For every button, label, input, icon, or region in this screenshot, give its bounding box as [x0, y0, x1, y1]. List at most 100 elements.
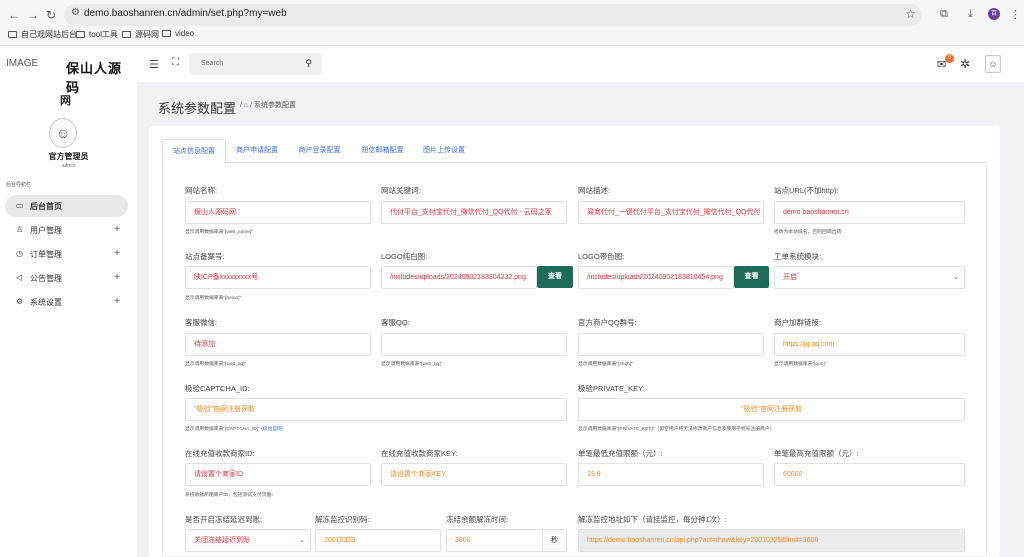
bookmark-item[interactable]: video — [162, 29, 194, 38]
qq-input[interactable] — [381, 333, 567, 356]
captcha-id-hint: 显示调用数据库表"[CAPTCHA_ID]" (极验官网) — [185, 427, 284, 432]
qq-group-input[interactable] — [578, 333, 764, 356]
logo-color-input[interactable]: /includes/uploads/20240902183810454.png — [578, 266, 734, 289]
captcha-id-input[interactable]: "极验"官网注册获取 — [185, 398, 567, 421]
monitor-url-field[interactable]: https://demo.baoshanren.cn/api.php?act=t… — [578, 529, 965, 552]
tab-merchant-login[interactable]: 商户登录配置 — [288, 139, 351, 163]
private-key-hint: 显示调用数据库表"[PRIVATE_KEY]"（留空用户将无法修改商户信息及使用… — [578, 427, 775, 432]
logo[interactable]: IMAGE 保山人源码 — [6, 56, 134, 96]
topbar: ☰ Search ⚲ ✉ 0 ✲ ☺ — [137, 46, 1024, 82]
group-link-hint: 显示调用数据库表"[qun]" — [774, 362, 827, 367]
bookmark-item[interactable]: 源码网 — [122, 29, 159, 40]
unfreeze-code-label: 解冻监控识别码: — [315, 515, 370, 524]
tab-site-info[interactable]: 站点信息配置 — [162, 139, 226, 164]
ticket-module-label: 工单系统模块: — [774, 252, 822, 261]
site-info-icon[interactable]: ⚙ — [71, 7, 80, 18]
chevron-down-icon: ⌄ — [299, 537, 305, 544]
private-key-input[interactable]: "极验"官网注册获取 — [578, 398, 965, 421]
search-box[interactable]: Search ⚲ — [189, 53, 322, 75]
geetest-link[interactable]: (极验官网) — [261, 427, 283, 432]
group-link-input[interactable]: https://jq.qq.com — [774, 333, 965, 356]
back-icon[interactable]: ← — [6, 7, 22, 23]
breadcrumb-current: 系统参数配置 — [254, 102, 296, 109]
expand-plus-icon: + — [114, 296, 120, 307]
pay-merchant-id-hint: 系统收款所用商户ID，包括测试支付页面! — [185, 493, 273, 498]
folder-icon — [8, 31, 17, 38]
web-name-input[interactable]: 保山人源码网 — [185, 201, 371, 224]
menu-toggle-icon[interactable]: ☰ — [149, 58, 159, 71]
qq-label: 客服QQ: — [381, 318, 410, 327]
download-icon[interactable]: ⤓ — [968, 8, 973, 21]
pay-merchant-key-input[interactable]: 请设置个商家KEY — [381, 463, 567, 486]
max-recharge-label: 单笔最高充值限额（元）: — [774, 449, 859, 458]
admin-avatar[interactable]: ☺ — [49, 118, 77, 148]
seconds-suffix: 秒 — [542, 530, 566, 551]
nav-title: 后台导航栏 — [6, 182, 32, 188]
freeze-time-label: 冻结余额解冻时间: — [446, 515, 509, 524]
group-link-label: 商户加群链接: — [774, 318, 822, 327]
max-recharge-input[interactable]: 60000 — [774, 463, 965, 486]
sidebar-item-orders[interactable]: ◷ 订单管理 + — [5, 243, 128, 265]
tab-bar: 站点信息配置 商户申请配置 商户登录配置 短信邮箱配置 图片上传设置 — [162, 139, 987, 164]
bookmark-item[interactable]: 自己观网站后台 — [8, 29, 77, 40]
tab-merchant-apply[interactable]: 商户申请配置 — [226, 139, 288, 163]
user-icon: ♙ — [16, 225, 24, 234]
site-name-tail: 网 — [60, 95, 71, 107]
sidebar-item-users[interactable]: ♙ 用户管理 + — [5, 219, 128, 241]
freeze-delay-label: 是否开启冻结延迟到账: — [185, 515, 263, 524]
address-bar[interactable]: ⚙ demo.baoshanren.cn/admin/set.php?my=we… — [64, 4, 922, 26]
ticket-module-select[interactable]: 开启 ⌄ — [774, 266, 965, 289]
megaphone-icon: ◁ — [16, 273, 23, 282]
page-title: 系统参数配置 — [158, 101, 237, 116]
expand-plus-icon: + — [114, 224, 120, 235]
forward-icon[interactable]: → — [25, 7, 41, 23]
sidebar-item-notices[interactable]: ◁ 公告管理 + — [5, 267, 128, 289]
extensions-icon[interactable]: ⧉ — [940, 8, 948, 21]
sidebar-item-settings[interactable]: ⚙ 系统设置 + — [5, 291, 128, 313]
qq-group-label: 官方商户QQ群号: — [578, 318, 637, 327]
sidebar-item-home[interactable]: ▭ 后台首页 — [5, 195, 128, 217]
site-url-input[interactable]: demo.baoshanren.cn — [774, 201, 965, 224]
freeze-delay-select[interactable]: 关闭冻结延迟到账 ⌄ — [185, 529, 311, 552]
expand-plus-icon: + — [114, 248, 120, 259]
pay-merchant-id-input[interactable]: 请设置个商家ID — [185, 463, 371, 486]
logo-white-input[interactable]: /includes/uploads/20240902183804232.png — [381, 266, 537, 289]
logo-color-label: LOGO带色图: — [578, 252, 625, 261]
site-name: 保山人源码 — [66, 61, 123, 95]
web-keywords-input[interactable]: 代付平台_支付宝代付_微信代付_QQ代付 - 云码之家 — [381, 201, 567, 224]
address-row: ← → ↻ ⚙ demo.baoshanren.cn/admin/set.php… — [0, 3, 1024, 27]
browser-chrome: ← → ↻ ⚙ demo.baoshanren.cn/admin/set.php… — [0, 0, 1024, 46]
beian-label: 站点备案号: — [185, 252, 225, 261]
settings-gear-icon[interactable]: ✲ — [960, 57, 970, 71]
bookmark-star-icon[interactable]: ☆ — [905, 7, 916, 21]
monitor-url-label: 解冻监控地址如下（请挂监控，每分钟1次）: — [578, 515, 727, 524]
unfreeze-code-input[interactable]: 20010325 — [315, 529, 441, 552]
bookmark-item[interactable]: tool工具 — [76, 29, 118, 40]
beian-input[interactable]: 陕ICP备xxxxxxxxx号 — [185, 266, 371, 289]
web-name-label: 网站名称: — [185, 186, 218, 195]
captcha-id-label: 极验CAPTCHA_ID: — [185, 384, 250, 393]
logo-white-label: LOGO纯白图: — [381, 252, 428, 261]
profile-avatar[interactable]: 百 — [988, 8, 1000, 20]
freeze-time-input[interactable]: 3600 秒 — [446, 529, 567, 552]
clock-icon: ◷ — [16, 249, 23, 258]
broken-image-icon: IMAGE — [6, 58, 39, 69]
user-avatar[interactable]: ☺ — [985, 55, 1001, 73]
private-key-label: 极验PRIVATE_KEY: — [578, 384, 645, 393]
web-name-hint: 显示调用数据库表"[web_name]" — [185, 230, 253, 235]
reload-icon[interactable]: ↻ — [43, 7, 59, 23]
tab-image-upload[interactable]: 图片上传设置 — [414, 139, 474, 163]
menu-dots-icon[interactable]: ⋮ — [1010, 8, 1021, 21]
fullscreen-icon[interactable]: ⛶ — [172, 57, 179, 68]
tab-sms-email[interactable]: 短信邮箱配置 — [351, 139, 414, 163]
logo-white-view-button[interactable]: 查看 — [537, 266, 573, 288]
wechat-input[interactable]: 待添加 — [185, 333, 371, 356]
min-recharge-input[interactable]: 19.9 — [578, 463, 764, 486]
url-text: demo.baoshanren.cn/admin/set.php?my=web — [84, 8, 287, 19]
qq-hint: 显示调用数据库表"[web_qq]" — [381, 362, 443, 367]
web-desc-input[interactable]: 易商代付_一键代付平台_支付宝代付_微信代付_QQ代付 — [578, 201, 764, 224]
search-icon[interactable]: ⚲ — [305, 58, 312, 69]
logo-color-view-button[interactable]: 查看 — [734, 266, 769, 288]
search-input[interactable]: Search — [201, 60, 223, 67]
qq-group-hint: 显示调用数据库表"[shqh]" — [578, 362, 633, 367]
